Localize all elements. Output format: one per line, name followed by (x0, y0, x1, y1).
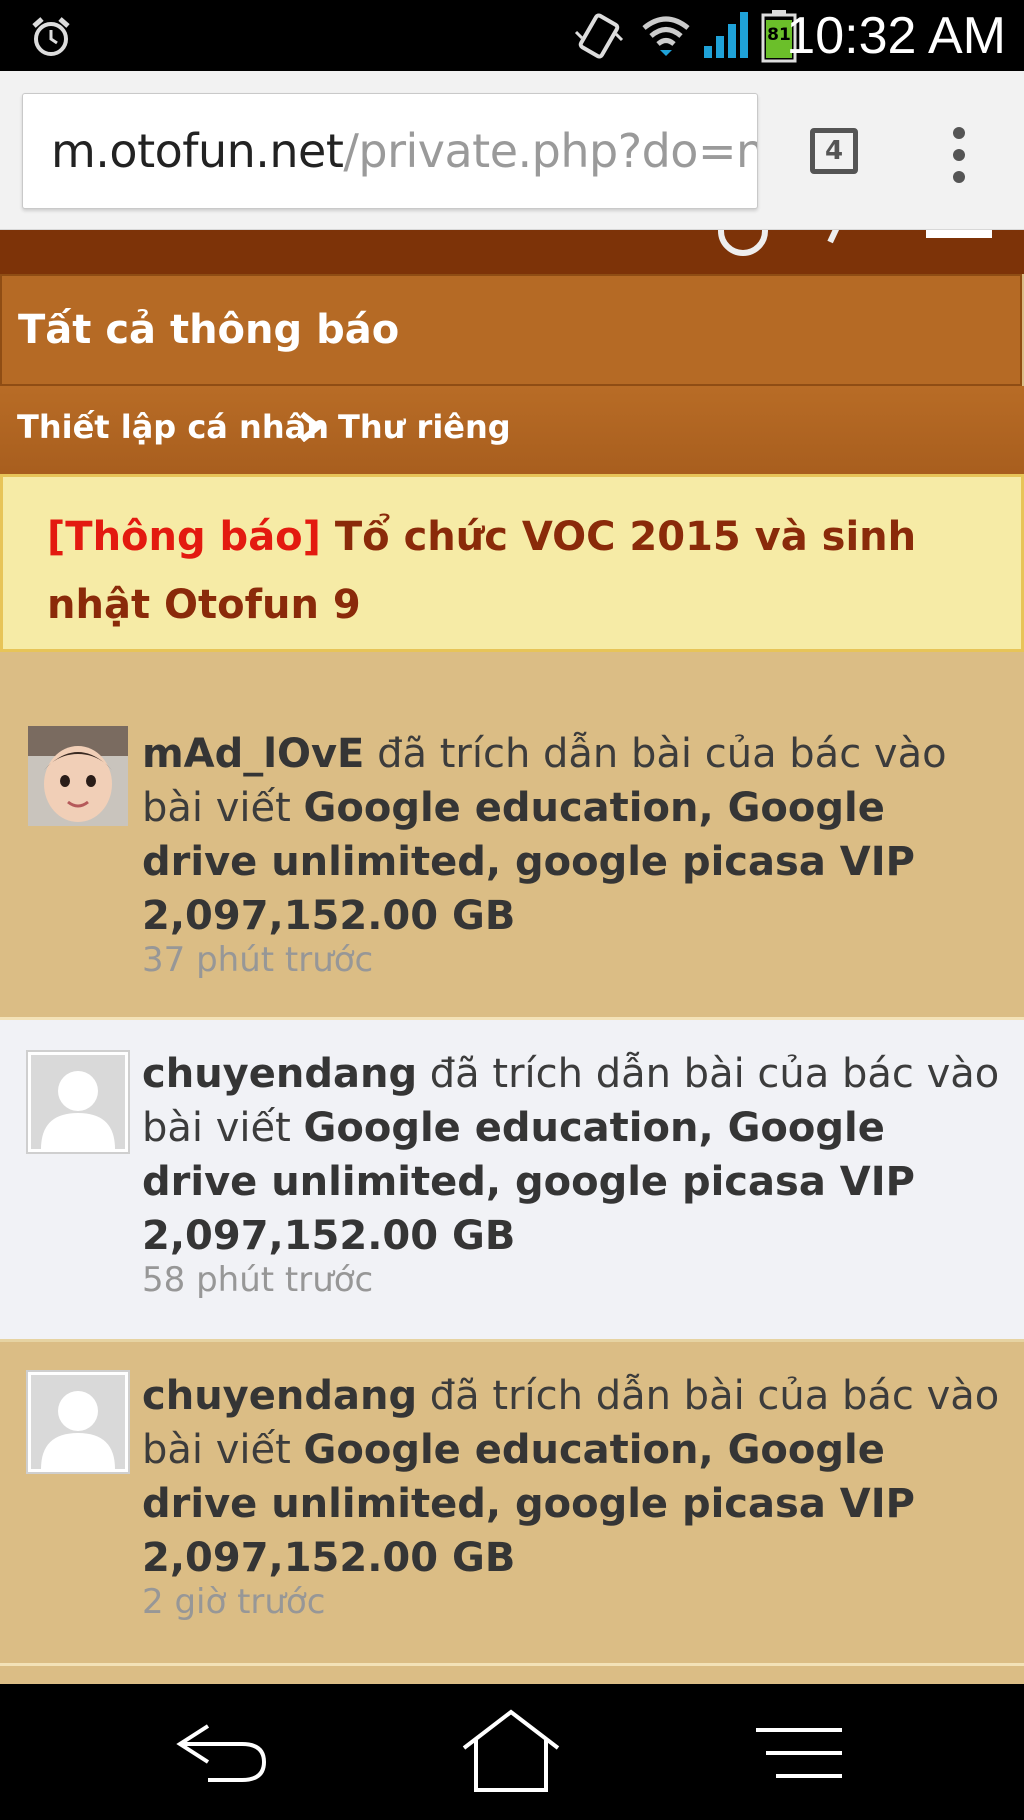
avatar[interactable] (28, 726, 128, 826)
menu-icon[interactable] (926, 230, 992, 238)
breadcrumb: Thiết lập cá nhân Thư riêng (0, 386, 1024, 474)
user-icon[interactable] (814, 230, 842, 244)
breadcrumb-item-settings[interactable]: Thiết lập cá nhân (17, 386, 329, 468)
search-icon[interactable] (718, 230, 768, 256)
announcement-banner[interactable]: [Thông báo] Tổ chức VOC 2015 và sinh nhậ… (0, 474, 1024, 652)
menu-icon[interactable] (744, 1708, 854, 1798)
site-header (0, 230, 1024, 274)
avatar[interactable] (28, 1052, 128, 1152)
notification-text: mAd_lOvE đã trích dẫn bài của bác vào bà… (142, 727, 1002, 943)
page-title: Tất cả thông báo (18, 307, 400, 353)
status-bar: 81 10:32 AM (0, 0, 1024, 71)
signal-icon (704, 12, 748, 58)
tabs-button[interactable]: 4 (810, 128, 858, 174)
home-icon[interactable] (456, 1708, 566, 1798)
system-nav-bar (0, 1684, 1024, 1820)
notification-time: 37 phút trước (142, 940, 374, 980)
url-host: m.otofun.net (51, 124, 344, 178)
clock: 10:32 AM (786, 7, 1006, 65)
notification-time: 2 giờ trước (142, 1582, 326, 1622)
notification-text: chuyendang đã trích dẫn bài của bác vào … (142, 1369, 1002, 1585)
breadcrumb-item-messages[interactable]: Thư riêng (338, 386, 511, 468)
alarm-icon (32, 17, 70, 56)
notification-text: chuyendang đã trích dẫn bài của bác vào … (142, 1047, 1002, 1263)
avatar[interactable] (28, 1372, 128, 1472)
overflow-menu-icon[interactable] (944, 127, 974, 183)
notification-item[interactable]: chuyendang đã trích dẫn bài của bác vào … (0, 1020, 1024, 1342)
notification-item[interactable]: mAd_lOvE đã trích dẫn bài của bác vào bà… (0, 652, 1024, 1020)
notification-item[interactable]: chuyendang đã trích dẫn bài của bác vào … (0, 1342, 1024, 1666)
page-heading-bar: Tất cả thông báo (0, 274, 1022, 386)
announcement-tag: [Thông báo] (47, 514, 321, 560)
url-bar[interactable]: m.otofun.net/private.php?do=n (22, 93, 758, 209)
url-path: /private.php?do=n (343, 124, 758, 178)
notification-user[interactable]: chuyendang (142, 1051, 417, 1097)
vibrate-icon (574, 13, 624, 59)
browser-toolbar: m.otofun.net/private.php?do=n 4 (0, 71, 1024, 230)
notification-time: 58 phút trước (142, 1260, 374, 1300)
notification-user[interactable]: mAd_lOvE (142, 731, 364, 777)
wifi-icon (642, 16, 690, 56)
back-icon[interactable] (168, 1708, 278, 1798)
chevron-right-icon (300, 412, 323, 442)
notification-user[interactable]: chuyendang (142, 1373, 417, 1419)
